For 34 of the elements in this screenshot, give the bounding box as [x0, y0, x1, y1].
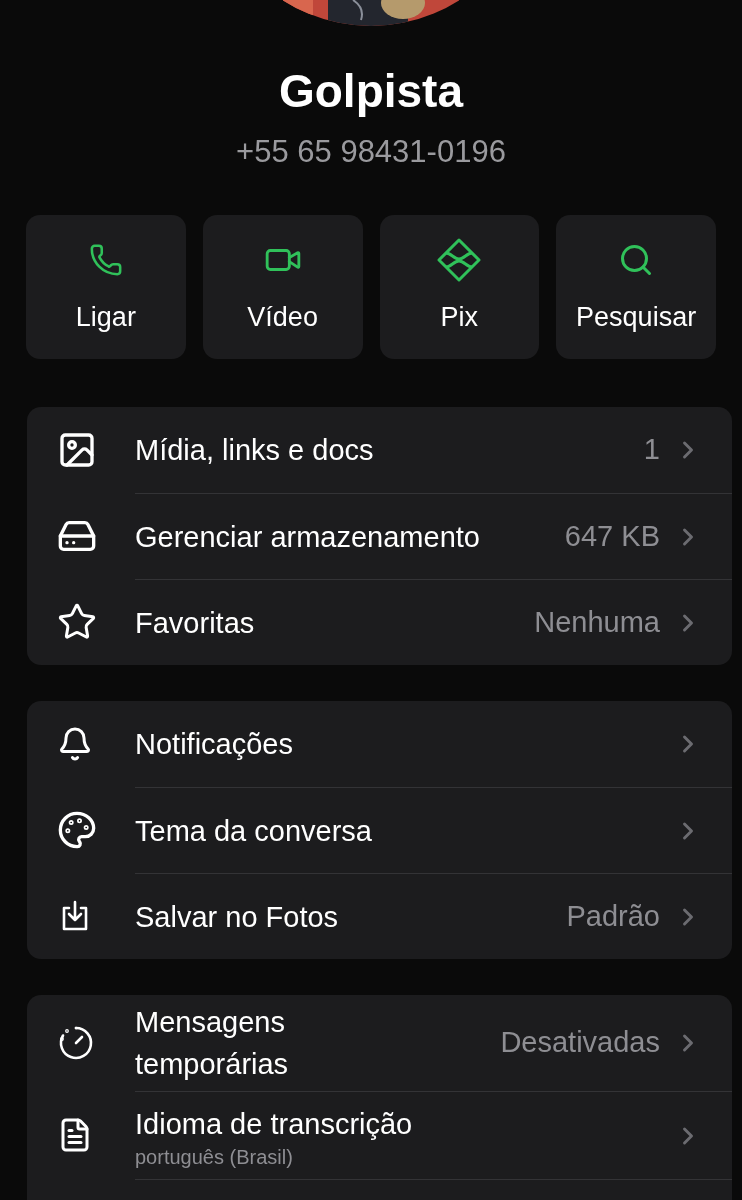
timer-icon — [57, 1024, 95, 1062]
row-title: Salvar no Fotos — [135, 899, 340, 935]
row-title: Tema da conversa — [135, 813, 373, 849]
action-button[interactable]: Vídeo — [202, 215, 363, 359]
row-value: Nenhuma — [534, 604, 660, 640]
settings-row[interactable]: Tema da conversa — [135, 787, 732, 873]
image-icon — [57, 430, 97, 470]
action-button[interactable]: Ligar — [26, 215, 186, 359]
row-subtitle: português (Brasil) — [135, 1144, 294, 1169]
row-value: 1 — [643, 432, 660, 468]
star-icon — [57, 602, 97, 642]
phone-icon — [88, 242, 123, 277]
settings-row[interactable]: Mídia, links e docs 1 — [135, 407, 732, 493]
settings-row[interactable]: Gerenciar armazenamento 647 KB — [135, 493, 732, 579]
settings-row[interactable]: Idioma de transcrição português (Brasil) — [135, 1091, 732, 1179]
row-title: Favoritas — [135, 605, 256, 641]
row-value: Padrão — [566, 898, 660, 934]
settings-row[interactable]: Favoritas Nenhuma — [135, 579, 732, 665]
settings-row[interactable]: Notificações — [135, 701, 732, 787]
settings-row[interactable]: Salvar no Fotos Padrão — [135, 873, 732, 959]
settings-row[interactable]: Mensagens temporárias Desativadas — [135, 995, 732, 1091]
row-title: Notificações — [135, 727, 294, 762]
palette-icon — [57, 810, 97, 850]
pix-icon — [436, 236, 483, 283]
row-value: Desativadas — [500, 1025, 660, 1061]
row-value: 647 KB — [564, 518, 660, 554]
bell-icon — [57, 726, 93, 762]
contact-phone: +55 65 98431-0196 — [236, 136, 506, 167]
row-title: Mídia, links e docs — [135, 433, 375, 468]
row-title: Mensagens temporárias — [135, 1005, 290, 1082]
action-button[interactable]: Pix — [379, 215, 540, 359]
action-button[interactable]: Pesquisar — [556, 215, 716, 359]
row-title: Idioma de transcrição — [135, 1106, 414, 1142]
row-title: Gerenciar armazenamento — [135, 519, 481, 555]
